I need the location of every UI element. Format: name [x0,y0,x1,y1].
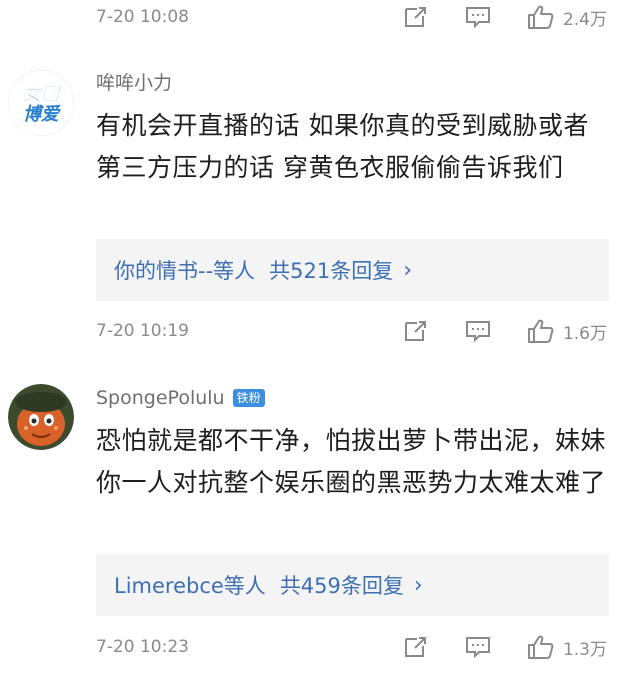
like-count: 1.6万 [562,323,607,344]
comment-icon [465,637,490,659]
share-icon [404,637,426,657]
comment-button[interactable] [465,635,491,659]
avatar[interactable]: 女团 博爱 [8,70,74,136]
reply-count: 共521条回复 [269,259,394,283]
username[interactable]: SpongePolulu 铁粉 [96,383,265,413]
replies-link[interactable]: 你的情书--等人 共521条回复 › [96,239,609,301]
thumbs-up-icon [527,5,554,29]
share-button[interactable] [403,5,429,29]
like-button[interactable]: 1.6万 [527,318,607,344]
username[interactable]: 哞哞小力 [96,66,172,96]
share-icon [404,321,426,341]
like-count: 2.4万 [562,9,607,30]
reply-count: 共459条回复 [279,574,404,598]
share-icon [404,7,426,27]
comment-time: 7-20 10:19 [96,321,189,341]
comment-meta-row: 7-20 10:08 2.4万 [96,3,607,31]
comment-button[interactable] [465,5,491,29]
chevron-right-icon: › [403,257,413,283]
comment-actions: 2.4万 [367,4,607,30]
comment-actions: 1.3万 [367,634,607,660]
avatar[interactable] [8,384,74,450]
thumbs-up-icon [527,319,554,343]
avatar-text-line1: 女团 [23,84,62,105]
comment-content: 有机会开直播的话 如果你真的受到威胁或者第三方压力的话 穿黄色衣服偷偷告诉我们 [96,111,589,182]
comment-button[interactable] [465,319,491,343]
avatar-text-line2: 博爱 [23,104,61,125]
fan-badge: 铁粉 [232,389,265,407]
username-text[interactable]: SpongePolulu [96,387,225,409]
reply-users: 你的情书--等人 [114,259,256,283]
comment-time: 7-20 10:23 [96,637,189,657]
thumbs-up-icon [527,635,554,659]
comment-meta-row: 7-20 10:19 1.6万 [96,317,607,345]
comment-icon [465,321,490,343]
comment-time: 7-20 10:08 [96,7,189,27]
like-count: 1.3万 [562,639,607,660]
replies-link[interactable]: Limerebce等人 共459条回复 › [96,554,609,616]
chevron-right-icon: › [413,572,423,598]
like-button[interactable]: 1.3万 [527,634,607,660]
share-button[interactable] [403,319,429,343]
comment-meta-row: 7-20 10:23 1.3万 [96,633,607,661]
comment-content: 恐怕就是都不干净，怕拔出萝卜带出泥，妹妹你一人对抗整个娱乐圈的黑恶势力太难太难了 [96,426,607,497]
like-button[interactable]: 2.4万 [527,4,607,30]
username-text[interactable]: 哞哞小力 [96,68,172,95]
reply-users: Limerebce等人 [114,574,266,598]
share-button[interactable] [403,635,429,659]
comment-icon [465,7,490,29]
comment-actions: 1.6万 [367,318,607,344]
